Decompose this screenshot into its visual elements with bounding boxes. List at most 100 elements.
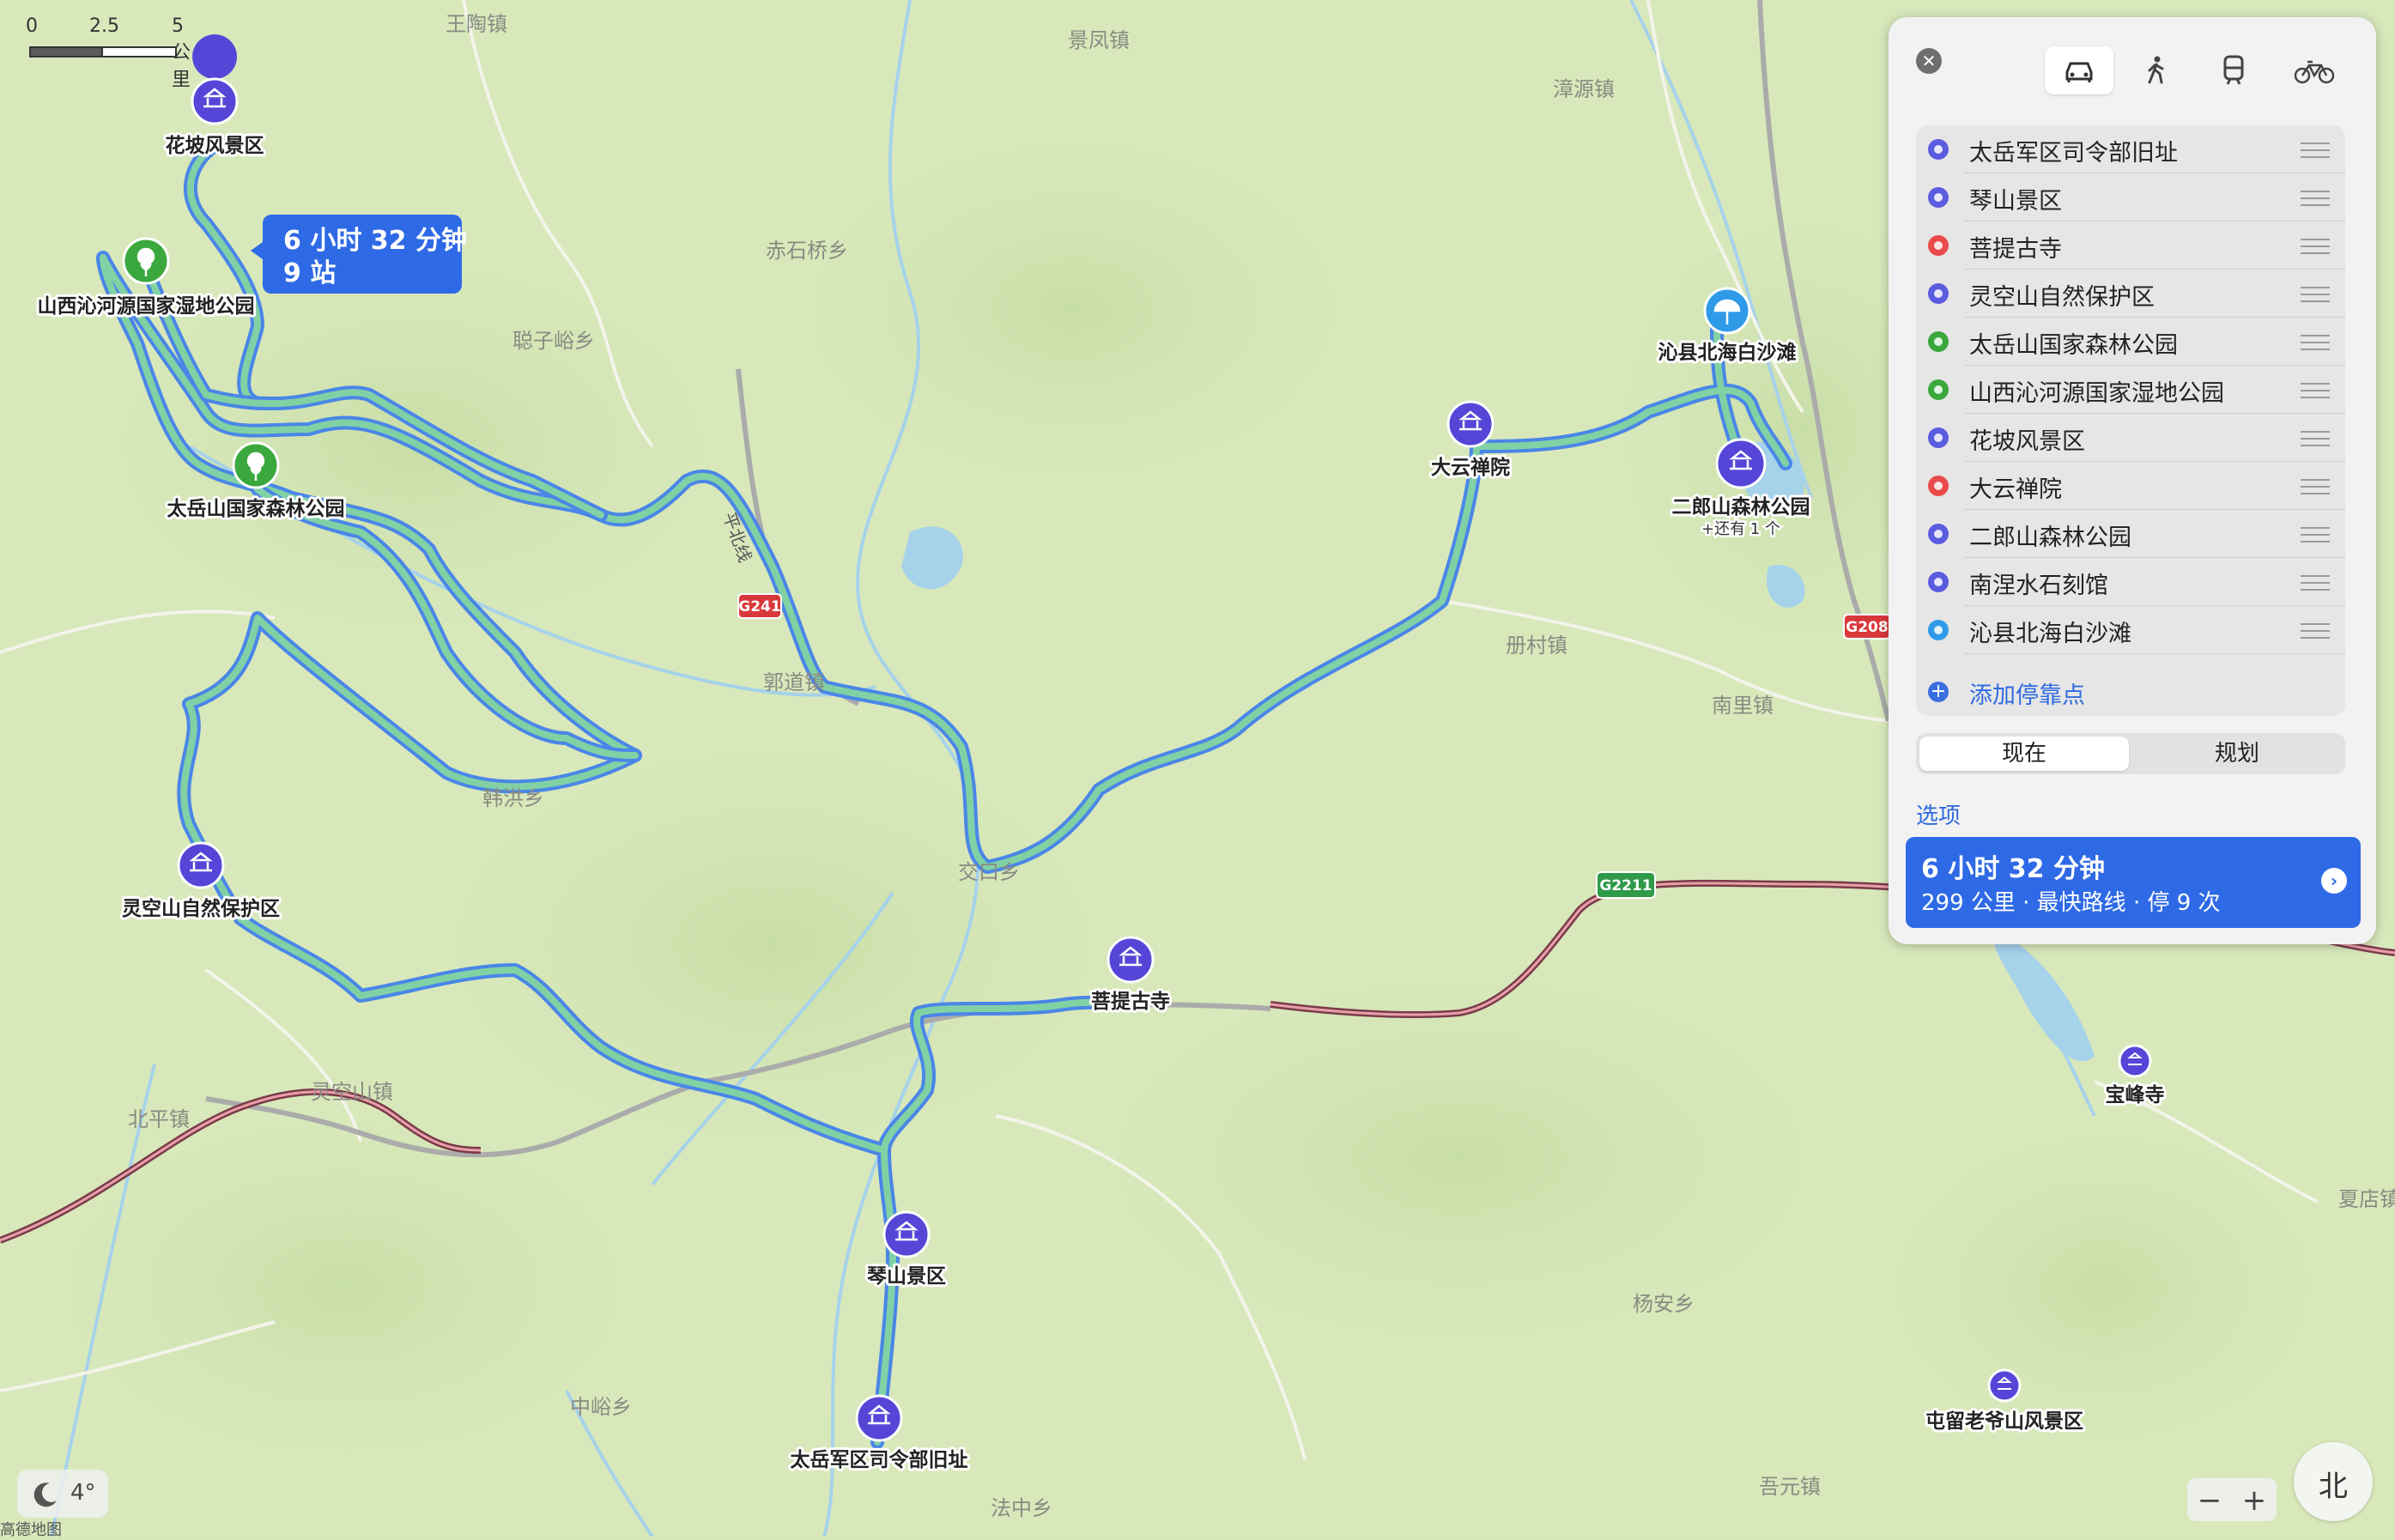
- poi-label: 沁县北海白沙滩: [1658, 341, 1797, 364]
- close-icon[interactable]: ✕: [1916, 48, 1942, 74]
- route-detail: 299 公里 · 最快路线 · 停 9 次: [1921, 890, 2221, 916]
- weather-temp: 4°: [70, 1480, 96, 1506]
- stop-marker-icon: [1928, 427, 1949, 448]
- mode-transit[interactable]: [2199, 46, 2268, 94]
- stop-marker-icon: [1928, 283, 1949, 304]
- place-label: 册村镇: [1506, 634, 1567, 658]
- stop-row[interactable]: 太岳山国家森林公园: [1916, 318, 2345, 366]
- place-label: 杨安乡: [1633, 1292, 1695, 1316]
- drag-handle-icon[interactable]: [2301, 623, 2330, 639]
- poi-label: 屯留老爷山风景区: [1925, 1410, 2083, 1433]
- stop-name: 南涅水石刻馆: [1969, 573, 2108, 599]
- place-label: 灵空山镇: [311, 1080, 393, 1104]
- chevron-right-icon[interactable]: ›: [2321, 868, 2347, 894]
- bike-icon: [2294, 60, 2335, 84]
- stop-name: 菩提古寺: [1969, 236, 2062, 263]
- stop-row[interactable]: 花坡风景区: [1916, 414, 2345, 462]
- place-label: 聪子峪乡: [512, 329, 595, 353]
- road-shield-g241: G241: [737, 593, 782, 619]
- tab-plan[interactable]: 规划: [2132, 737, 2342, 771]
- stop-row[interactable]: 二郎山森林公园: [1916, 510, 2345, 558]
- route-callout[interactable]: 6 小时 32 分钟 9 站: [251, 215, 467, 294]
- legal-attribution[interactable]: 高德地图: [0, 1518, 62, 1540]
- compass-label: 北: [2319, 1470, 2348, 1504]
- drag-handle-icon[interactable]: [2301, 431, 2330, 446]
- divider: [1964, 653, 2345, 654]
- place-label: 郭道镇: [763, 670, 825, 694]
- place-label: 赤石桥乡: [766, 239, 848, 263]
- transport-modes: [2045, 46, 2354, 94]
- scale-segment: [101, 46, 177, 58]
- stop-row[interactable]: 山西沁河源国家湿地公园: [1916, 366, 2345, 414]
- road-shield-g208: G208: [1843, 614, 1891, 640]
- place-label: 南里镇: [1712, 694, 1774, 718]
- drag-handle-icon[interactable]: [2301, 287, 2330, 302]
- add-stop-button[interactable]: + 添加停靠点: [1916, 668, 2345, 716]
- walk-icon: [2148, 56, 2164, 84]
- stop-marker-icon: [1928, 620, 1949, 640]
- stop-row[interactable]: 南涅水石刻馆: [1916, 558, 2345, 606]
- poi-label: 花坡风景区: [166, 135, 264, 157]
- place-label: 韩洪乡: [482, 786, 544, 810]
- options-link[interactable]: 选项: [1916, 798, 1961, 830]
- stop-row[interactable]: 沁县北海白沙滩: [1916, 606, 2345, 654]
- stop-name: 花坡风景区: [1969, 428, 2085, 455]
- stop-name: 沁县北海白沙滩: [1969, 621, 2131, 647]
- departure-time-toggle: 现在 规划: [1916, 733, 2345, 774]
- stop-marker-icon: [1928, 379, 1949, 400]
- stop-marker-icon: [1928, 572, 1949, 592]
- drag-handle-icon[interactable]: [2301, 335, 2330, 350]
- route-summary-card[interactable]: 6 小时 32 分钟 299 公里 · 最快路线 · 停 9 次 ›: [1906, 837, 2361, 928]
- scale-label-0: 0: [26, 15, 38, 37]
- zoom-in-button[interactable]: +: [2232, 1483, 2277, 1518]
- drag-handle-icon[interactable]: [2301, 575, 2330, 591]
- stop-row[interactable]: 大云禅院: [1916, 462, 2345, 510]
- stop-row[interactable]: 太岳军区司令部旧址: [1916, 125, 2345, 173]
- place-label: 吾元镇: [1759, 1475, 1821, 1499]
- stop-name: 山西沁河源国家湿地公园: [1969, 380, 2224, 407]
- route-time: 6 小时 32 分钟: [1921, 854, 2105, 884]
- add-stop-label: 添加停靠点: [1969, 682, 2085, 709]
- poi-label: 二郎山森林公园: [1672, 495, 1810, 518]
- weather-widget: 4°: [17, 1470, 108, 1518]
- drag-handle-icon[interactable]: [2301, 383, 2330, 398]
- poi-sublabel: +还有 1 个: [1701, 520, 1780, 538]
- drag-handle-icon[interactable]: [2301, 239, 2330, 254]
- poi-label: 菩提古寺: [1091, 990, 1170, 1013]
- stop-marker-icon: [1928, 139, 1949, 160]
- stop-row[interactable]: 琴山景区: [1916, 173, 2345, 221]
- car-icon: [2065, 62, 2093, 82]
- poi-label: 太岳山国家森林公园: [167, 497, 345, 520]
- drag-handle-icon[interactable]: [2301, 479, 2330, 494]
- drag-handle-icon[interactable]: [2301, 191, 2330, 206]
- road-shield-g2211: G2211: [1596, 871, 1656, 899]
- stop-marker-icon: [1928, 187, 1949, 208]
- svg-text:G241: G241: [738, 598, 780, 615]
- drag-handle-icon[interactable]: [2301, 527, 2330, 543]
- scale-label-mid: 2.5: [89, 15, 119, 37]
- stop-row[interactable]: 菩提古寺: [1916, 221, 2345, 270]
- stop-name: 太岳山国家森林公园: [1969, 332, 2178, 359]
- place-label: 景凤镇: [1068, 28, 1130, 52]
- poi-label: 大云禅院: [1431, 456, 1510, 479]
- stop-row[interactable]: 灵空山自然保护区: [1916, 270, 2345, 318]
- stop-name: 琴山景区: [1969, 188, 2062, 215]
- stop-marker-icon: [1928, 524, 1949, 544]
- poi-label: 琴山景区: [867, 1265, 946, 1288]
- zoom-out-button[interactable]: −: [2187, 1483, 2232, 1518]
- mode-walk[interactable]: [2122, 46, 2191, 94]
- transit-icon: [2223, 55, 2244, 85]
- mode-drive[interactable]: [2045, 46, 2113, 94]
- stop-marker-icon: [1928, 331, 1949, 352]
- place-label: 法中乡: [991, 1496, 1052, 1520]
- compass-button[interactable]: 北: [2294, 1442, 2373, 1521]
- tab-now[interactable]: 现在: [1919, 737, 2129, 771]
- drag-handle-icon[interactable]: [2301, 142, 2330, 158]
- stop-name: 灵空山自然保护区: [1969, 284, 2155, 311]
- mode-cycle[interactable]: [2277, 46, 2345, 94]
- place-label: 夏店镇: [2338, 1187, 2395, 1211]
- poi-label: 灵空山自然保护区: [122, 897, 280, 920]
- moon-icon: [33, 1482, 57, 1507]
- place-label: 北平镇: [128, 1107, 190, 1131]
- stop-marker-icon: [1928, 235, 1949, 256]
